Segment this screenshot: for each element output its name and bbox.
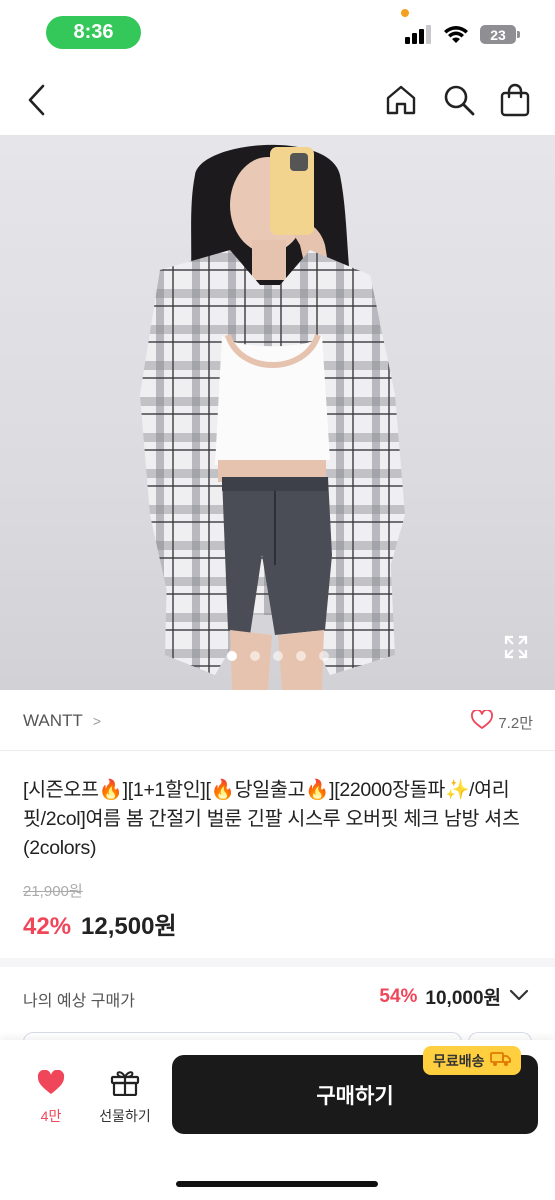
estimated-discount: 54% xyxy=(379,985,418,1007)
gift-icon xyxy=(110,1068,140,1101)
free-shipping-badge: 무료배송 xyxy=(423,1046,521,1075)
chevron-down-icon xyxy=(509,988,529,1006)
home-icon xyxy=(385,85,417,120)
home-indicator xyxy=(176,1181,378,1187)
shipping-badge-label: 무료배송 xyxy=(433,1052,485,1069)
pagination-dot-3[interactable] xyxy=(272,651,283,661)
battery-tip xyxy=(517,31,520,38)
section-separator xyxy=(0,958,555,967)
wifi-icon xyxy=(443,24,469,49)
original-price: 21,900원 xyxy=(23,883,83,900)
heart-outline-icon xyxy=(471,709,494,734)
brand-name: WANTT xyxy=(23,711,83,730)
search-button[interactable] xyxy=(440,84,478,120)
estimated-price-label: 나의 예상 구매가 xyxy=(23,993,135,1010)
wishlist-button[interactable]: 4만 xyxy=(26,1069,76,1126)
sale-price: 12,500원 xyxy=(81,913,177,940)
battery-indicator: 23 xyxy=(480,25,516,44)
shopping-bag-icon xyxy=(500,83,530,122)
discount-rate: 42% xyxy=(23,913,72,940)
privacy-indicator-dot xyxy=(401,9,409,17)
pagination-dot-5[interactable] xyxy=(318,651,329,661)
product-image[interactable] xyxy=(0,135,555,690)
home-button[interactable] xyxy=(382,84,420,120)
pagination-dot-2[interactable] xyxy=(249,651,260,661)
brand-chevron: > xyxy=(92,713,101,729)
chevron-left-icon xyxy=(26,84,46,121)
estimated-price-toggle[interactable]: 54% 10,000원 xyxy=(379,983,529,1010)
status-time: 8:36 xyxy=(46,16,141,49)
brand-link[interactable]: WANTT > xyxy=(23,711,101,731)
divider xyxy=(0,750,555,751)
gift-button[interactable]: 선물하기 xyxy=(92,1068,158,1126)
image-pagination xyxy=(0,651,555,663)
like-button[interactable]: 7.2만 xyxy=(471,709,533,734)
truck-icon xyxy=(489,1051,512,1070)
gift-label: 선물하기 xyxy=(99,1108,151,1124)
pagination-dot-1[interactable] xyxy=(226,651,237,661)
price-row: 42% 12,500원 xyxy=(23,906,177,941)
cellular-signal-icon xyxy=(405,25,433,49)
heart-filled-icon xyxy=(37,1069,65,1100)
estimated-price: 10,000원 xyxy=(425,988,501,1009)
product-title: [시즌오프🔥][1+1할인][🔥당일출고🔥][22000장돌파✨/여리핏/2co… xyxy=(23,779,520,859)
like-count: 7.2만 xyxy=(498,714,533,732)
cart-button[interactable] xyxy=(497,83,533,121)
search-icon xyxy=(443,84,475,121)
pagination-dot-4[interactable] xyxy=(295,651,306,661)
product-photo xyxy=(140,144,405,690)
back-button[interactable] xyxy=(18,82,54,122)
wishlist-count: 4만 xyxy=(40,1108,62,1124)
